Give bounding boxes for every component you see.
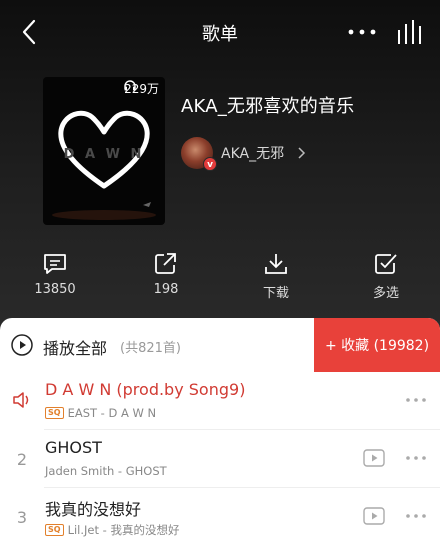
download-button[interactable]: 下载	[241, 252, 311, 301]
song-count: (共821首)	[120, 341, 181, 356]
share-button[interactable]: 198	[131, 252, 201, 297]
creator-link[interactable]: v AKA_无邪	[181, 136, 306, 171]
song-subtitle: SQ EAST - D A W N	[45, 406, 156, 420]
now-playing-button[interactable]	[396, 16, 426, 48]
playlist-title: AKA_无邪喜欢的音乐	[181, 96, 355, 117]
avatar: v	[181, 137, 217, 171]
song-artist-album: Jaden Smith - GHOST	[45, 464, 167, 478]
mv-play-icon[interactable]	[363, 506, 385, 526]
collect-button[interactable]: + 收藏 (19982)	[314, 318, 440, 372]
play-all-label: 播放全部	[43, 339, 108, 358]
play-circle-icon	[11, 334, 33, 356]
more-vertical-icon[interactable]	[405, 452, 427, 464]
verified-badge: v	[203, 157, 217, 171]
song-row[interactable]: 3 我真的没想好 SQ Lil.Jet - 我真的没想好	[0, 488, 440, 538]
sq-badge: SQ	[45, 407, 64, 419]
sq-badge: SQ	[45, 524, 64, 536]
song-title: GHOST	[45, 438, 102, 457]
song-artist-album: EAST - D A W N	[67, 406, 157, 420]
checkbox-icon	[375, 254, 397, 274]
play-all-row[interactable]: 播放全部 (共821首) + 收藏 (19982)	[0, 318, 440, 372]
song-subtitle: Jaden Smith - GHOST	[45, 464, 167, 478]
song-row[interactable]: D A W N (prod.by Song9) SQ EAST - D A W …	[0, 372, 440, 430]
more-vertical-icon[interactable]	[405, 394, 427, 406]
song-list-panel: 播放全部 (共821首) + 收藏 (19982) D A W N (prod.…	[0, 318, 440, 538]
share-icon	[155, 253, 176, 274]
top-bar: 歌单	[0, 0, 440, 64]
creator-name: AKA_无邪	[221, 146, 285, 162]
mv-play-icon[interactable]	[363, 448, 385, 468]
play-count: 229万	[124, 80, 159, 97]
share-count: 198	[153, 282, 179, 297]
cover-text: D A W N	[63, 147, 145, 162]
song-title: 我真的没想好	[45, 500, 142, 519]
comment-count: 13850	[34, 282, 76, 297]
download-label: 下载	[262, 286, 289, 301]
song-title: D A W N (prod.by Song9)	[45, 380, 246, 399]
song-index: 2	[16, 450, 28, 469]
multiselect-label: 多选	[372, 286, 399, 301]
equalizer-icon	[398, 20, 421, 44]
song-row[interactable]: 2 GHOST Jaden Smith - GHOST	[0, 430, 440, 488]
more-vertical-icon[interactable]	[405, 510, 427, 522]
comment-button[interactable]: 13850	[20, 252, 90, 297]
chevron-right-icon	[298, 147, 306, 159]
headphones-icon	[124, 80, 136, 91]
speaker-icon	[13, 392, 29, 408]
playlist-cover[interactable]: 229万 D A W N	[43, 77, 165, 225]
song-subtitle: SQ Lil.Jet - 我真的没想好	[45, 522, 179, 538]
song-index: 3	[16, 508, 28, 527]
song-artist-album: Lil.Jet - 我真的没想好	[67, 523, 180, 537]
comment-icon	[44, 254, 66, 274]
download-icon	[265, 254, 287, 274]
more-button[interactable]	[344, 18, 380, 46]
more-dots-icon	[348, 29, 376, 35]
multiselect-button[interactable]: 多选	[351, 252, 421, 301]
